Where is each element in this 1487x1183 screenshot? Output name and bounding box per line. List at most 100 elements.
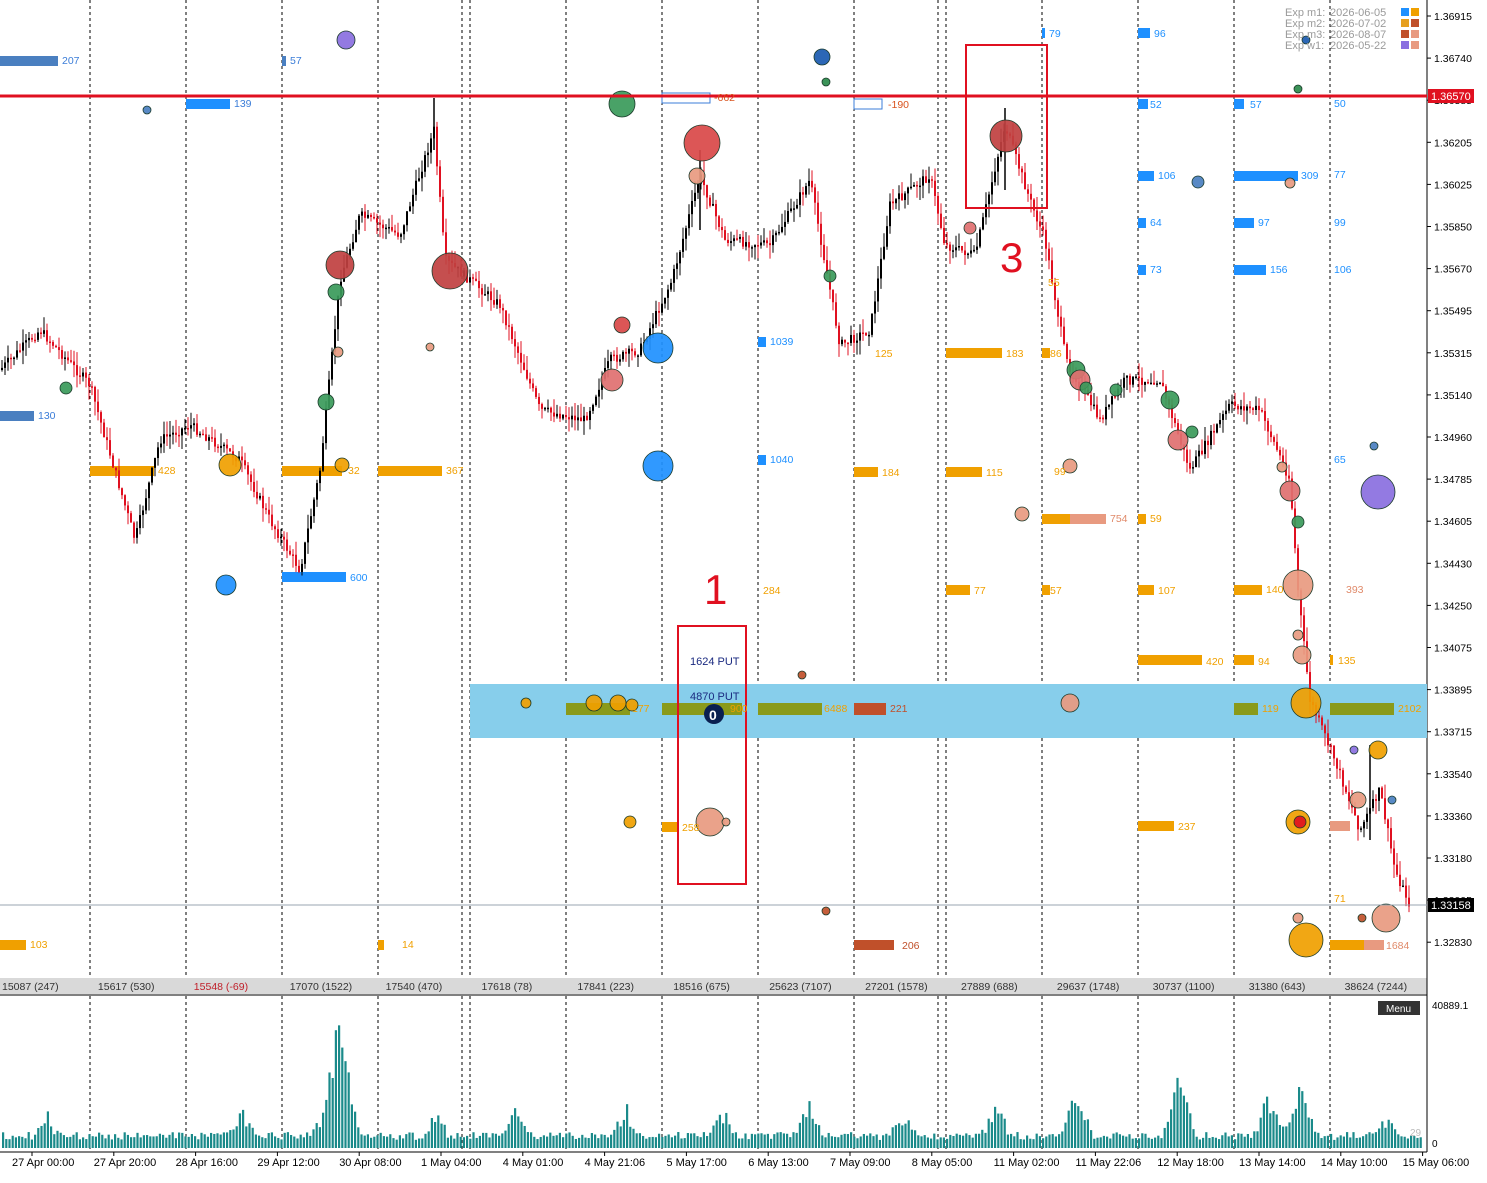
candle-body xyxy=(1228,403,1230,411)
volume-bubble xyxy=(613,316,631,334)
volume-bar xyxy=(949,1134,952,1148)
volume-bar xyxy=(952,1136,955,1148)
time-tick-label: 28 Apr 16:00 xyxy=(176,1157,238,1169)
candle-body xyxy=(1207,440,1209,446)
candle-body xyxy=(85,372,87,378)
volume-bar xyxy=(1214,1137,1217,1148)
candle-body xyxy=(943,227,945,244)
trading-chart[interactable]: 1 3 1624 PUT 4870 PUT 0 207 57 139 -662 -190… xyxy=(0,0,1487,1178)
volume-bar xyxy=(933,1133,936,1148)
candle-body xyxy=(586,415,588,421)
candle-body xyxy=(1057,300,1059,317)
oi-label: 32 xyxy=(348,465,360,477)
volume-bubble xyxy=(600,368,624,392)
time-tick-label: 1 May 04:00 xyxy=(421,1157,482,1169)
volume-bar xyxy=(1051,1134,1054,1148)
volume-bar xyxy=(840,1134,843,1148)
candle-body xyxy=(409,206,411,212)
volume-bar xyxy=(574,1138,577,1148)
candle-body xyxy=(634,351,636,356)
candle-body xyxy=(1294,508,1296,549)
volume-bar xyxy=(1224,1132,1227,1148)
candle-body xyxy=(1123,377,1125,388)
candle-body xyxy=(67,357,69,361)
volume-bar xyxy=(184,1136,187,1148)
time-axis[interactable]: 27 Apr 00:00 27 Apr 20:00 28 Apr 16:00 29 A… xyxy=(12,1152,1469,1169)
candle-body xyxy=(1204,440,1206,455)
volume-bubble xyxy=(797,670,807,680)
volume-bar xyxy=(558,1132,561,1148)
candle-body xyxy=(415,180,417,195)
volume-bar xyxy=(1378,1128,1381,1148)
volume-bar xyxy=(1182,1095,1185,1148)
volume-bar xyxy=(344,1061,347,1148)
volume-bar xyxy=(994,1106,997,1148)
volume-bar xyxy=(1400,1136,1403,1148)
volume-bar xyxy=(1253,1131,1256,1148)
candle-body xyxy=(901,193,903,201)
oi-label: 600 xyxy=(350,572,368,584)
candle-body xyxy=(574,415,576,421)
volume-bubble xyxy=(1284,177,1296,189)
volume-bar xyxy=(267,1133,270,1148)
candle-body xyxy=(553,412,555,417)
volume-bar xyxy=(622,1119,625,1148)
oi-bar xyxy=(854,467,878,477)
candle-body xyxy=(592,404,594,411)
candle-body xyxy=(712,203,714,206)
candle-body xyxy=(112,455,114,468)
menu-button-label[interactable]: Menu xyxy=(1386,1004,1411,1015)
price-axis[interactable]: 1.369151.367401.363851.362051.360251.358… xyxy=(1427,11,1472,949)
volume-bar xyxy=(21,1136,24,1148)
volume-bar xyxy=(130,1137,133,1148)
volume-bar xyxy=(843,1133,846,1148)
candle-body xyxy=(538,396,540,405)
volume-bar xyxy=(62,1135,65,1148)
oi-label: 64 xyxy=(1150,217,1162,229)
volume-total: 38624 (7244) xyxy=(1345,981,1407,993)
oi-label: 115 xyxy=(986,467,1003,479)
volume-bar xyxy=(395,1139,398,1148)
candle-body xyxy=(970,250,972,254)
volume-bar xyxy=(1336,1137,1339,1148)
volume-total: 30737 (1100) xyxy=(1153,981,1215,993)
volume-bar xyxy=(85,1139,88,1148)
volume-bar xyxy=(411,1132,414,1148)
volume-bar xyxy=(34,1134,37,1148)
volume-bar xyxy=(1278,1124,1281,1148)
volume-bar xyxy=(1006,1134,1009,1148)
volume-bubble xyxy=(1293,84,1303,94)
oi-label: 125 xyxy=(875,348,893,360)
candle-body xyxy=(1108,404,1110,407)
volume-bar xyxy=(1294,1108,1297,1148)
volume-bar xyxy=(309,1135,312,1148)
volume-bar xyxy=(667,1134,670,1148)
oi-bar xyxy=(854,940,894,950)
volume-bar xyxy=(1093,1138,1096,1148)
volume-bubble xyxy=(1292,912,1304,924)
volume-bar xyxy=(1362,1136,1365,1148)
expiry-swatch xyxy=(1401,8,1409,16)
candle-body xyxy=(907,187,909,194)
oi-label: 221 xyxy=(890,703,908,715)
oi-bar xyxy=(90,466,154,476)
volume-bar xyxy=(398,1135,401,1148)
candle-body xyxy=(892,201,894,204)
candle-body xyxy=(439,166,441,197)
volume-bar xyxy=(37,1128,40,1148)
volume-bar xyxy=(523,1125,526,1148)
candle-body xyxy=(1141,377,1143,385)
chart-canvas[interactable]: 1 3 1624 PUT 4870 PUT 0 207 57 139 -662 -190… xyxy=(0,0,1487,1178)
candle-body xyxy=(1402,885,1404,888)
volume-bar xyxy=(1134,1138,1137,1148)
volume-bar xyxy=(1192,1129,1195,1148)
volume-bar xyxy=(450,1135,453,1148)
oi-label: 140 xyxy=(1266,584,1284,596)
zero-badge-text: 0 xyxy=(709,707,717,723)
candle-body xyxy=(598,389,600,397)
expiry-swatch xyxy=(1411,30,1419,38)
candle-body xyxy=(769,243,771,246)
volume-bar xyxy=(786,1133,789,1148)
candle-body xyxy=(655,310,657,325)
oi-label: 428 xyxy=(158,465,176,477)
